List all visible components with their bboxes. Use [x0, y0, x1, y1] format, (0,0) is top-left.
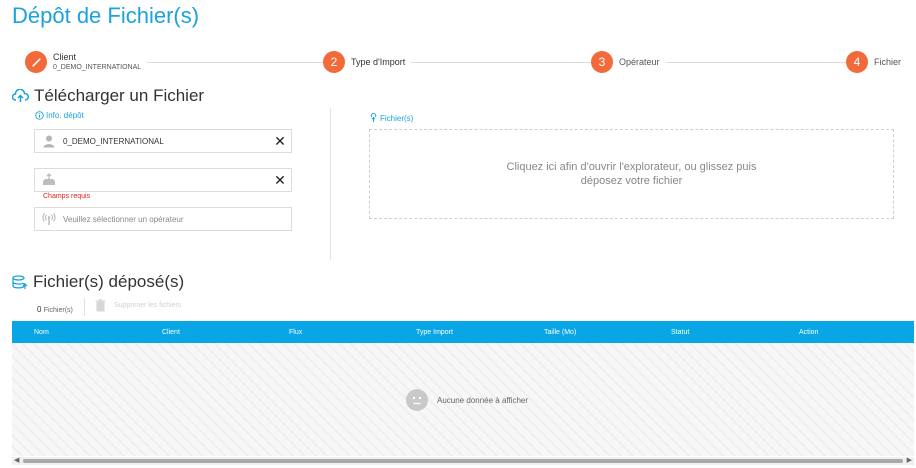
file-dropzone[interactable]: Cliquez ici afin d'ouvrir l'explorateur,… — [369, 129, 894, 219]
grid-header: Nom Client Flux Type Import Taille (Mo) … — [12, 321, 914, 343]
info-icon — [35, 111, 44, 120]
column-header-import-type[interactable]: Type Import — [416, 329, 453, 336]
toolbar-divider — [84, 298, 85, 316]
client-value: 0_DEMO_INTERNATIONAL — [63, 136, 164, 146]
files-count: 0 Fichier(s) — [37, 305, 73, 314]
column-header-status[interactable]: Statut — [671, 329, 689, 336]
info-depot-link[interactable]: Info. dépôt — [35, 111, 84, 120]
neutral-face-icon — [406, 389, 428, 411]
upload-title: Télécharger un Fichier — [34, 86, 205, 105]
tray-upload-icon — [41, 172, 57, 188]
step-number: 4 — [846, 51, 868, 73]
dropzone-text-line1: Cliquez ici afin d'ouvrir l'explorateur,… — [506, 161, 757, 173]
deposited-title: Fichier(s) déposé(s) — [33, 272, 185, 291]
import-type-field[interactable]: ✕ — [34, 168, 292, 192]
required-error: Champs requis — [43, 193, 91, 200]
clear-import-type-icon[interactable]: ✕ — [269, 172, 291, 189]
operator-field[interactable]: Veuillez sélectionner un opérateur — [34, 207, 292, 231]
files-count-label: Fichier(s) — [43, 307, 73, 314]
antenna-icon — [41, 211, 57, 227]
step-import-type[interactable]: 2 Type d'Import — [323, 51, 412, 73]
step-operator[interactable]: 3 Opérateur — [591, 51, 666, 73]
delete-files-button[interactable]: Supprimer les fichiers — [95, 299, 181, 312]
scroll-right-icon[interactable]: ▶ — [907, 457, 912, 465]
cloud-upload-icon — [12, 89, 29, 103]
pencil-icon — [25, 51, 47, 73]
page-title: Dépôt de Fichier(s) — [12, 3, 200, 28]
step-file[interactable]: 4 Fichier — [846, 51, 902, 73]
clear-client-icon[interactable]: ✕ — [269, 133, 291, 150]
vertical-divider — [330, 108, 331, 260]
column-header-size[interactable]: Taille (Mo) — [544, 329, 576, 336]
client-field[interactable]: 0_DEMO_INTERNATIONAL ✕ — [34, 129, 292, 153]
column-header-flux[interactable]: Flux — [289, 329, 302, 336]
database-upload-icon — [12, 274, 28, 290]
upload-section-title: Télécharger un Fichier — [12, 86, 204, 106]
stepper-line — [36, 62, 866, 63]
step-sublabel: 0_DEMO_INTERNATIONAL — [53, 63, 142, 71]
user-icon — [41, 133, 57, 149]
deposited-section-title: Fichier(s) déposé(s) — [12, 272, 184, 292]
scroll-left-icon[interactable]: ◀ — [14, 457, 19, 465]
step-number: 2 — [323, 51, 345, 73]
column-header-name[interactable]: Nom — [34, 329, 49, 336]
scrollbar-thumb[interactable] — [23, 459, 903, 463]
step-label: Client — [53, 51, 77, 62]
empty-state: Aucune donnée à afficher — [406, 389, 528, 411]
trash-icon — [95, 299, 106, 312]
step-label: Type d'Import — [351, 56, 406, 67]
step-number: 3 — [591, 51, 613, 73]
files-label: Fichier(s) — [369, 113, 413, 123]
step-label: Opérateur — [619, 56, 660, 67]
step-label: Fichier — [874, 56, 902, 67]
column-header-action[interactable]: Action — [799, 329, 818, 336]
column-header-client[interactable]: Client — [162, 329, 180, 336]
operator-placeholder: Veuillez sélectionner un opérateur — [63, 214, 184, 224]
delete-files-label: Supprimer les fichiers — [114, 302, 182, 309]
dropzone-text-line2: déposez votre fichier — [580, 175, 683, 187]
empty-state-text: Aucune donnée à afficher — [437, 395, 529, 405]
upload-arrow-icon — [370, 113, 377, 123]
horizontal-scrollbar[interactable]: ◀ ▶ — [12, 457, 914, 465]
files-label-text: Fichier(s) — [380, 113, 414, 123]
files-count-number: 0 — [37, 305, 42, 314]
info-depot-label: Info. dépôt — [46, 111, 84, 120]
step-client[interactable]: Client 0_DEMO_INTERNATIONAL — [25, 51, 148, 73]
